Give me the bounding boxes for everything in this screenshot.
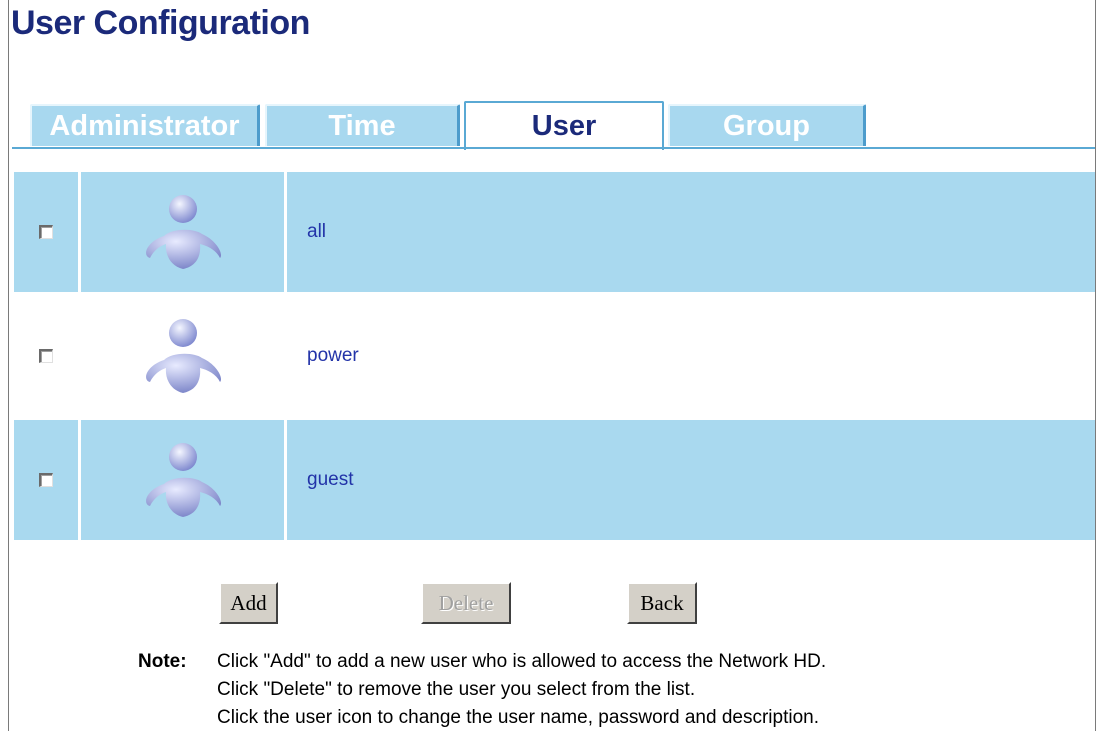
user-name-all[interactable]: all: [307, 221, 326, 243]
user-icon-button-power[interactable]: [81, 296, 284, 416]
user-list: all power guest: [14, 172, 1095, 544]
window-border-left: [8, 0, 9, 731]
note-line-add: Click "Add" to add a new user who is all…: [217, 651, 827, 672]
note-line-delete: Click "Delete" to remove the user you se…: [217, 679, 696, 700]
user-name-cell: all: [287, 172, 1095, 292]
checkbox-cell: [14, 296, 78, 416]
note-line-icon: Click the user icon to change the user n…: [217, 707, 819, 728]
user-name-power[interactable]: power: [307, 345, 359, 367]
user-row-power: power: [14, 296, 1095, 416]
tab-strip-underline: [12, 147, 1095, 149]
user-checkbox-all[interactable]: [39, 225, 53, 239]
user-row-all: all: [14, 172, 1095, 292]
delete-button[interactable]: Delete: [421, 582, 511, 624]
tab-user[interactable]: User: [464, 101, 664, 150]
user-row-guest: guest: [14, 420, 1095, 540]
user-name-guest[interactable]: guest: [307, 469, 353, 491]
note-label: Note:: [138, 651, 187, 672]
user-avatar-icon[interactable]: [138, 192, 228, 272]
tab-group[interactable]: Group: [668, 104, 866, 146]
back-button[interactable]: Back: [627, 582, 697, 624]
user-name-cell: power: [287, 296, 1095, 416]
tab-administrator[interactable]: Administrator: [30, 104, 260, 146]
user-avatar-icon[interactable]: [138, 440, 228, 520]
user-icon-button-guest[interactable]: [81, 420, 284, 540]
user-checkbox-guest[interactable]: [39, 473, 53, 487]
checkbox-cell: [14, 172, 78, 292]
window-border-right: [1095, 0, 1096, 731]
user-avatar-icon[interactable]: [138, 316, 228, 396]
user-checkbox-power[interactable]: [39, 349, 53, 363]
add-button[interactable]: Add: [219, 582, 278, 624]
checkbox-cell: [14, 420, 78, 540]
user-icon-button-all[interactable]: [81, 172, 284, 292]
page-title: User Configuration: [11, 4, 310, 42]
tab-time[interactable]: Time: [265, 104, 460, 146]
user-name-cell: guest: [287, 420, 1095, 540]
